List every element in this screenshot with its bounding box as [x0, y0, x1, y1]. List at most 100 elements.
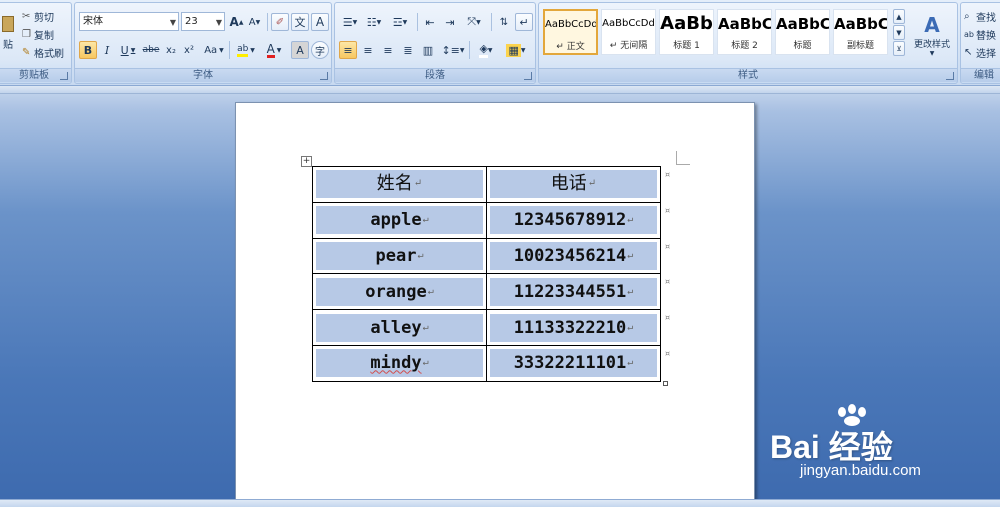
table-cell[interactable]: 10023456214↵: [486, 237, 661, 275]
separator: [267, 13, 268, 31]
brush-icon: ✎: [22, 46, 31, 58]
table-row: orange↵ 11223344551↵: [312, 273, 661, 311]
decrease-indent-icon: ⇤: [425, 15, 435, 29]
gallery-scroll-up-button[interactable]: ▲: [893, 9, 905, 24]
distributed-icon: ▥: [422, 43, 434, 57]
strikethrough-button[interactable]: abe: [141, 41, 161, 59]
numbering-button[interactable]: ☷ ▼: [363, 13, 385, 31]
bold-button[interactable]: B: [79, 41, 97, 59]
sort-icon: ⇅: [499, 16, 509, 28]
row-end-marker: ¤: [665, 349, 671, 358]
sort-button[interactable]: ⇅: [495, 13, 513, 31]
change-case-button[interactable]: Aa ▼: [201, 41, 227, 59]
style-tile-no-spacing[interactable]: AaBbCcDd ↵ 无间隔: [601, 9, 656, 55]
style-tile-heading-2[interactable]: AaBbC 标题 2: [717, 9, 772, 55]
styles-group-label: 样式: [539, 68, 957, 82]
styles-launcher-icon[interactable]: [946, 72, 954, 80]
format-painter-button[interactable]: ✎ 格式刷: [21, 43, 67, 61]
clipboard-launcher-icon[interactable]: [60, 72, 68, 80]
binoculars-icon: ⌕: [964, 10, 970, 22]
shading-button[interactable]: ◈ ▼: [473, 41, 499, 59]
table-header-row: 姓名↵ 电话↵: [312, 166, 661, 203]
table-row: alley↵ 11133322210↵: [312, 309, 661, 346]
table-header-cell[interactable]: 姓名↵: [312, 166, 487, 203]
table-header-cell[interactable]: 电话↵: [486, 166, 661, 203]
cut-button[interactable]: ✂ 剪切: [21, 7, 67, 25]
style-tile-title[interactable]: AaBbC 标题: [775, 9, 830, 55]
table-row: mindy↵ 33322211101↵: [312, 344, 661, 382]
char-shading-button[interactable]: A: [291, 41, 309, 59]
pilcrow-icon: ↵: [519, 15, 529, 29]
table-row: apple↵ 12345678912↵: [312, 201, 661, 239]
chevron-down-icon: ▼: [215, 18, 222, 27]
table-move-handle-icon[interactable]: +: [301, 156, 312, 167]
copy-icon: ❐: [22, 28, 31, 40]
change-styles-button[interactable]: A 更改样式 ▼: [909, 7, 955, 63]
subscript-button[interactable]: x₂: [163, 41, 179, 59]
shrink-font-button[interactable]: A ▼: [246, 13, 263, 31]
font-launcher-icon[interactable]: [320, 72, 328, 80]
cursor-icon: ↖: [964, 46, 973, 58]
phonetic-guide-button[interactable]: 文: [291, 13, 309, 31]
select-button[interactable]: ↖ 选择: [963, 43, 1000, 61]
font-size-combo[interactable]: 23 ▼: [181, 12, 225, 31]
style-tile-normal[interactable]: AaBbCcDd ↵ 正文: [543, 9, 598, 55]
line-spacing-button[interactable]: ↕≡ ▼: [441, 41, 465, 59]
increase-indent-button[interactable]: ⇥: [441, 13, 459, 31]
replace-icon: ab: [964, 29, 974, 39]
italic-button[interactable]: I: [99, 41, 115, 59]
table-cell[interactable]: apple↵: [312, 201, 487, 239]
row-end-marker: ¤: [665, 277, 671, 286]
grow-font-button[interactable]: A ▲: [228, 13, 245, 31]
table-cell[interactable]: 12345678912↵: [486, 201, 661, 239]
multilevel-list-button[interactable]: ☲ ▼: [387, 13, 413, 31]
paragraph-launcher-icon[interactable]: [524, 72, 532, 80]
replace-button[interactable]: ab 替换: [963, 25, 1000, 43]
find-button[interactable]: ⌕ 查找: [963, 7, 1000, 25]
separator: [229, 41, 230, 59]
ribbon: 贴 ✂ 剪切 ❐ 复制 ✎ 格式刷 剪贴板 宋体 ▼ 23 ▼ A ▲ A ▼ ✐ 文 …: [0, 0, 1000, 86]
borders-button[interactable]: ▦ ▼: [501, 41, 531, 59]
superscript-button[interactable]: x²: [181, 41, 197, 59]
clear-format-button[interactable]: ✐: [271, 13, 289, 31]
scissors-icon: ✂: [22, 10, 31, 22]
font-group-label: 字体: [75, 68, 331, 82]
paste-button[interactable]: 贴: [0, 7, 17, 59]
align-left-button[interactable]: ≡: [339, 41, 357, 59]
font-name-combo[interactable]: 宋体 ▼: [79, 12, 179, 31]
table-cell[interactable]: alley↵: [312, 309, 487, 346]
align-right-button[interactable]: ≡: [379, 41, 397, 59]
style-tile-heading-1[interactable]: AaBb 标题 1: [659, 9, 714, 55]
table-cell[interactable]: mindy↵: [312, 344, 487, 382]
highlight-button[interactable]: ab ▼: [233, 41, 259, 59]
copy-button[interactable]: ❐ 复制: [21, 25, 67, 43]
row-end-marker: ¤: [665, 242, 671, 251]
show-marks-button[interactable]: ↵: [515, 13, 533, 31]
enclose-char-button[interactable]: 字: [311, 41, 329, 59]
eraser-icon: ✐: [275, 16, 285, 28]
table-resize-handle[interactable]: [663, 381, 668, 386]
paste-label: 贴: [3, 39, 13, 51]
gallery-more-button[interactable]: ⊻: [893, 41, 905, 56]
font-color-button[interactable]: A ▼: [261, 41, 287, 59]
chinese-layout-button[interactable]: ⤧ ▼: [461, 13, 487, 31]
borders-icon: ▦: [506, 43, 521, 57]
underline-button[interactable]: U ▼: [117, 41, 139, 59]
justify-button[interactable]: ≣: [399, 41, 417, 59]
gallery-scroll-down-button[interactable]: ▼: [893, 25, 905, 40]
clipboard-group: 贴 ✂ 剪切 ❐ 复制 ✎ 格式刷 剪贴板: [0, 2, 72, 84]
style-tile-subtitle[interactable]: AaBbC 副标题: [833, 9, 888, 55]
table-cell[interactable]: 11223344551↵: [486, 273, 661, 311]
decrease-indent-button[interactable]: ⇤: [421, 13, 439, 31]
char-border-button[interactable]: A: [311, 13, 329, 31]
editing-group: ⌕ 查找 ab 替换 ↖ 选择 编辑: [960, 2, 1000, 84]
table-cell[interactable]: 33322211101↵: [486, 344, 661, 382]
table-cell[interactable]: orange↵: [312, 273, 487, 311]
data-table: 姓名↵ 电话↵ apple↵ 12345678912↵ pear↵ 100234…: [312, 166, 661, 382]
table-cell[interactable]: pear↵: [312, 237, 487, 275]
row-end-marker: ¤: [665, 313, 671, 322]
table-cell[interactable]: 11133322210↵: [486, 309, 661, 346]
distributed-button[interactable]: ▥: [419, 41, 437, 59]
align-center-button[interactable]: ≡: [359, 41, 377, 59]
bullets-button[interactable]: ☰ ▼: [339, 13, 361, 31]
